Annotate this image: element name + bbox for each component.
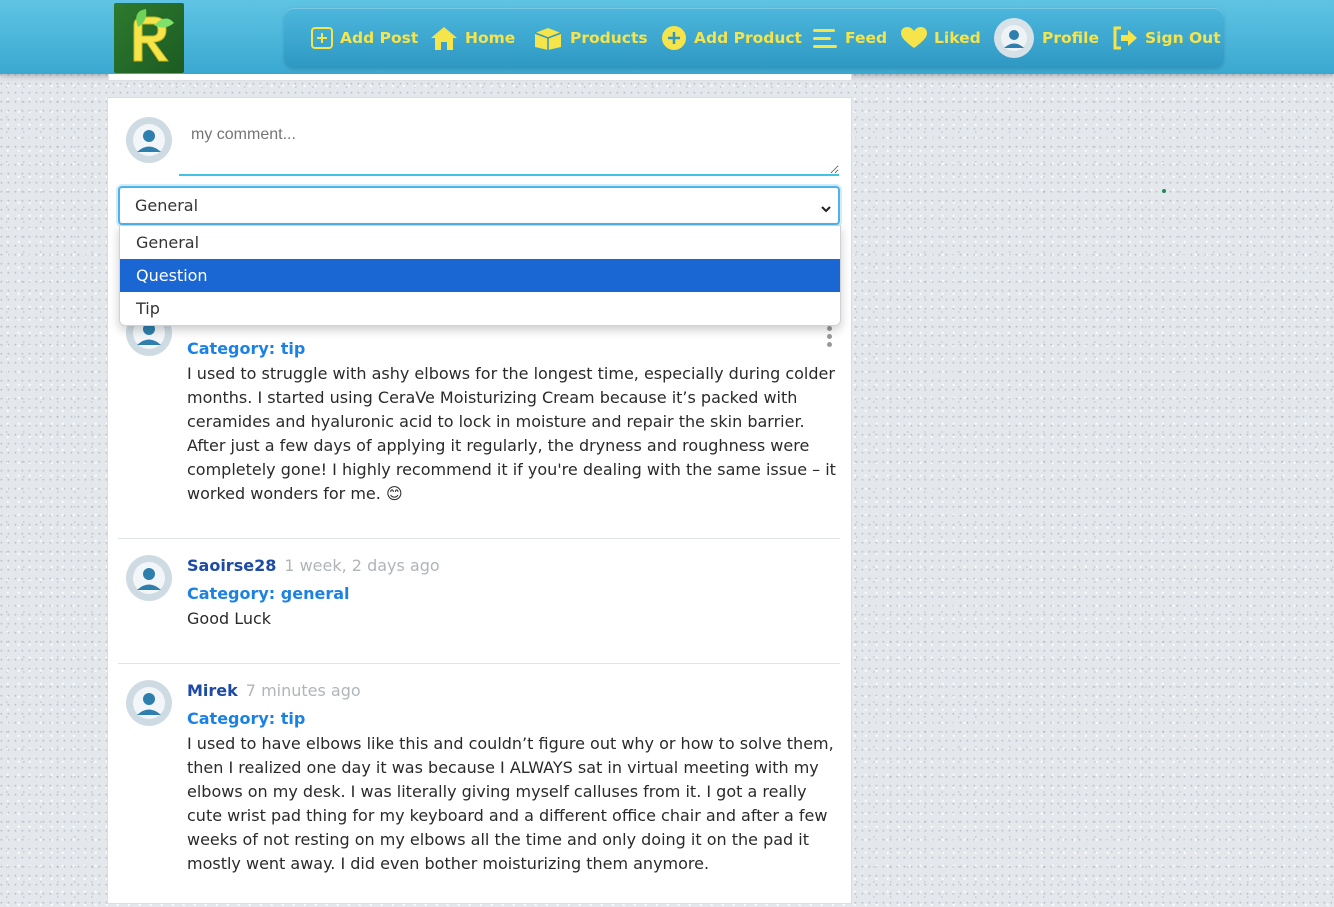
comment-time: 7 minutes ago xyxy=(245,681,361,700)
nav-label: Add Post xyxy=(340,29,419,47)
comment-input[interactable] xyxy=(179,114,839,176)
nav-profile[interactable]: Profile xyxy=(994,18,1099,58)
nav-label: Products xyxy=(570,29,648,47)
nav-add-product[interactable]: Add Product xyxy=(660,22,802,54)
nav-label: Feed xyxy=(845,29,888,47)
category-select-value: General xyxy=(135,196,199,215)
menu-lines-icon xyxy=(811,26,839,50)
divider xyxy=(118,538,840,539)
nav-label: Liked xyxy=(934,29,981,47)
top-navbar: Add Post Home Products Add Product Feed xyxy=(0,0,1334,74)
user-avatar-icon xyxy=(133,562,165,594)
avatar xyxy=(126,555,172,601)
heart-icon xyxy=(900,26,928,50)
comment-category: Category: tip xyxy=(187,339,306,358)
user-avatar-icon xyxy=(994,18,1034,58)
option-question[interactable]: Question xyxy=(120,259,840,292)
comment-header: Mirek 7 minutes ago xyxy=(187,681,361,700)
option-general[interactable]: General xyxy=(120,226,840,259)
user-avatar-icon xyxy=(133,687,165,719)
nav-liked[interactable]: Liked xyxy=(900,22,981,54)
category-dropdown: General Question Tip xyxy=(119,225,841,326)
more-options-icon[interactable] xyxy=(827,326,833,350)
option-tip[interactable]: Tip xyxy=(120,292,840,325)
box-icon xyxy=(532,25,564,51)
comment-header: Saoirse28 1 week, 2 days ago xyxy=(187,556,440,575)
plus-circle-icon xyxy=(660,24,688,52)
nav-label: Sign Out xyxy=(1145,29,1221,47)
comment-text: Good Luck xyxy=(187,609,272,628)
nav-products[interactable]: Products xyxy=(532,22,648,54)
category-select[interactable]: General xyxy=(118,186,840,225)
comment-text: I used to have elbows like this and coul… xyxy=(187,734,834,873)
comment-time: 1 week, 2 days ago xyxy=(284,556,440,575)
comment-category: Category: tip xyxy=(187,709,306,728)
nav-label: Home xyxy=(465,29,516,47)
logo[interactable] xyxy=(114,3,184,73)
nav-add-post[interactable]: Add Post xyxy=(310,22,418,54)
add-square-icon xyxy=(310,26,334,50)
comment-input-wrapper xyxy=(179,114,839,178)
nav-sign-out[interactable]: Sign Out xyxy=(1111,22,1221,54)
sign-out-icon xyxy=(1111,25,1139,51)
nav-label: Profile xyxy=(1042,29,1099,47)
comments-card: General General Question Tip Oleinnow Ca… xyxy=(107,97,852,904)
avatar xyxy=(126,680,172,726)
avatar xyxy=(126,117,172,163)
leaf-r-logo-icon xyxy=(133,9,174,62)
comment-author[interactable]: Saoirse28 xyxy=(187,556,276,575)
home-icon xyxy=(429,25,459,51)
decorative-dot xyxy=(1162,189,1166,193)
previous-panel-edge xyxy=(108,74,852,81)
user-avatar-icon xyxy=(133,124,165,156)
comment-text: I used to struggle with ashy elbows for … xyxy=(187,364,836,503)
comment-category: Category: general xyxy=(187,584,350,603)
comment-author[interactable]: Mirek xyxy=(187,681,238,700)
divider xyxy=(118,663,840,664)
nav-home[interactable]: Home xyxy=(429,22,515,54)
main-nav: Add Post Home Products Add Product Feed xyxy=(284,8,1224,68)
nav-feed[interactable]: Feed xyxy=(811,22,887,54)
chevron-down-icon xyxy=(820,200,832,219)
nav-label: Add Product xyxy=(694,29,802,47)
